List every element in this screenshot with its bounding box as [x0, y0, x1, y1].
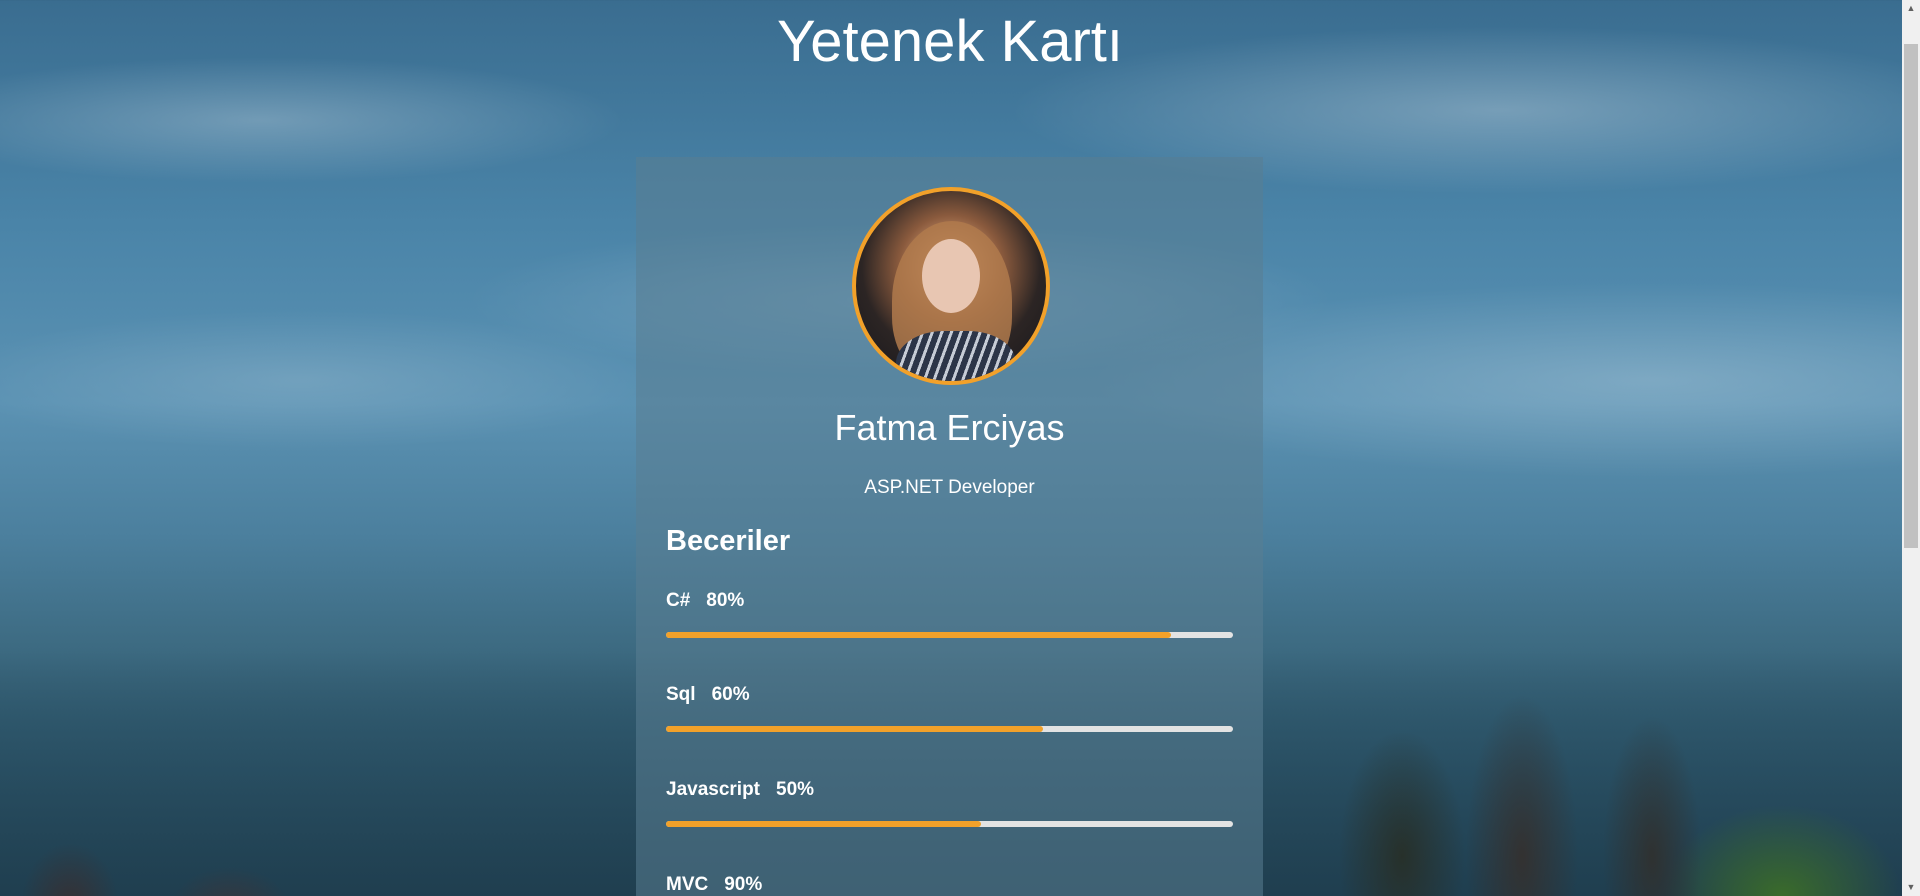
- avatar-face: [922, 239, 980, 313]
- skill-percent: 80%: [706, 590, 745, 611]
- skill-name: Javascript: [666, 779, 761, 800]
- scrollbar-thumb[interactable]: [1904, 44, 1918, 548]
- skill-name: Sql: [666, 684, 696, 705]
- skill-name: C#: [666, 590, 691, 611]
- avatar-shirt: [896, 331, 1016, 381]
- skill-progress-bar: [666, 632, 1233, 638]
- vertical-scrollbar[interactable]: ▲ ▼: [1902, 0, 1920, 896]
- skill-progress-fill: [666, 726, 1044, 732]
- background-trees-left: [0, 756, 420, 896]
- skill-progress-bar: [666, 821, 1233, 827]
- skill-progress-fill: [666, 821, 981, 827]
- skill-name: MVC: [666, 874, 709, 895]
- profile-avatar: [852, 187, 1050, 385]
- scroll-down-arrow-icon[interactable]: ▼: [1902, 879, 1920, 896]
- skill-label-row: Sql 60%: [666, 684, 1233, 706]
- skill-item-mvc: MVC 90%: [666, 874, 1233, 896]
- skill-card: Fatma Erciyas ASP.NET Developer Becerile…: [636, 157, 1263, 896]
- skill-progress-fill: [666, 632, 1171, 638]
- skill-item-csharp: C# 80%: [666, 590, 1233, 638]
- skills-heading: Beceriler: [666, 525, 791, 557]
- skill-item-javascript: Javascript 50%: [666, 779, 1233, 827]
- skill-percent: 90%: [724, 874, 763, 895]
- profile-role: ASP.NET Developer: [864, 477, 1035, 498]
- skill-progress-bar: [666, 726, 1233, 732]
- page-title: Yetenek Kartı: [776, 9, 1124, 74]
- scroll-up-arrow-icon[interactable]: ▲: [1902, 0, 1920, 17]
- skill-percent: 50%: [776, 779, 815, 800]
- profile-name: Fatma Erciyas: [834, 407, 1065, 448]
- skill-item-sql: Sql 60%: [666, 684, 1233, 732]
- skill-label-row: C# 80%: [666, 590, 1233, 612]
- skill-label-row: Javascript 50%: [666, 779, 1233, 801]
- skill-percent: 60%: [711, 684, 750, 705]
- skill-label-row: MVC 90%: [666, 874, 1233, 896]
- background-trees-right: [1222, 596, 1902, 896]
